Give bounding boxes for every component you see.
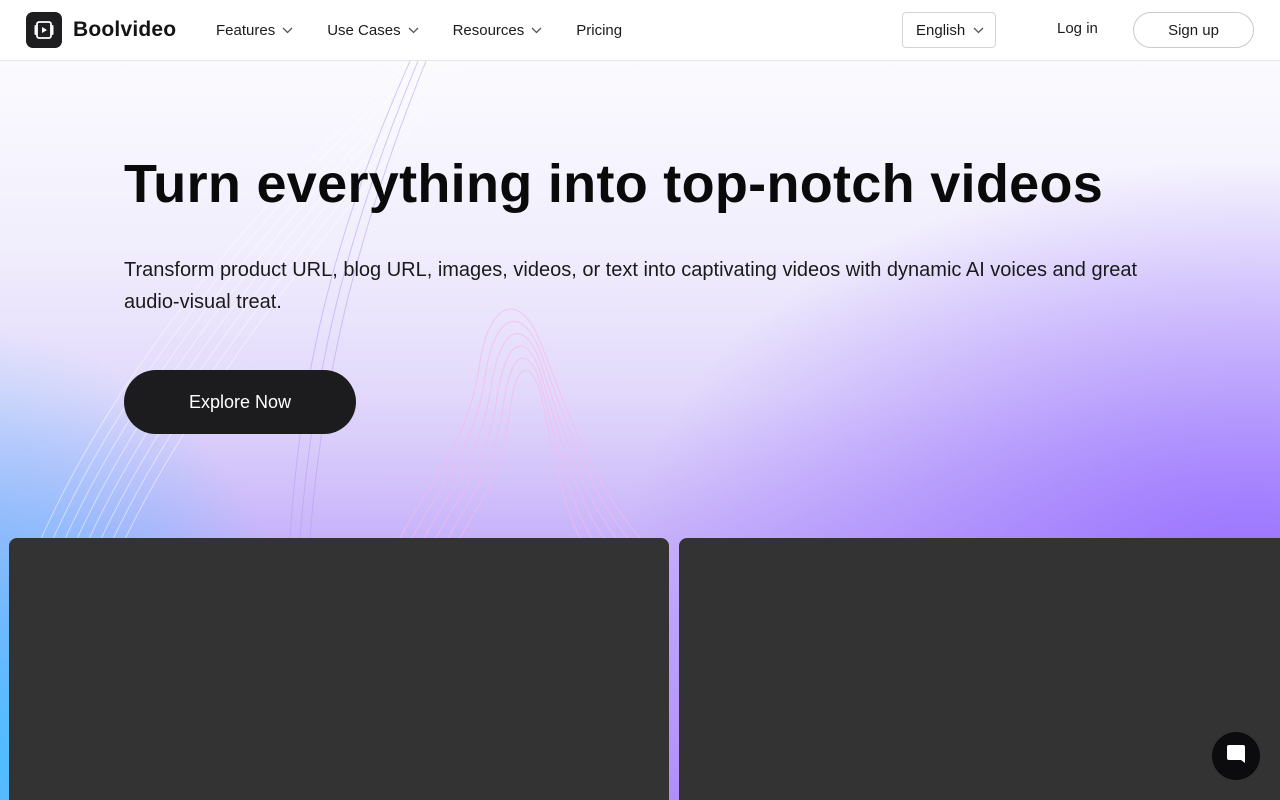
nav-resources[interactable]: Resources bbox=[453, 22, 543, 39]
hero-subtitle: Transform product URL, blog URL, images,… bbox=[124, 259, 1138, 313]
login-link[interactable]: Log in bbox=[1057, 20, 1098, 37]
nav-use-cases[interactable]: Use Cases bbox=[327, 21, 419, 39]
nav-pricing[interactable]: Pricing bbox=[576, 22, 622, 39]
nav-use-cases-label: Use Cases bbox=[327, 21, 401, 39]
brand-logo[interactable]: Boolvideo bbox=[26, 12, 176, 48]
chevron-down-icon bbox=[531, 27, 542, 34]
chevron-down-icon bbox=[282, 27, 293, 34]
signup-button[interactable]: Sign up bbox=[1133, 12, 1254, 48]
hero-title: Turn everything into top-notch videos bbox=[124, 154, 1104, 214]
site-header: Boolvideo Features Use Cases Resources P… bbox=[0, 0, 1280, 61]
chat-widget-button[interactable] bbox=[1212, 732, 1260, 780]
chevron-down-icon bbox=[408, 27, 419, 34]
video-preview-right[interactable] bbox=[679, 538, 1280, 800]
chevron-down-icon bbox=[973, 27, 984, 34]
language-select[interactable]: English bbox=[902, 12, 996, 48]
nav-resources-label: Resources bbox=[452, 21, 525, 39]
hero-section: Turn everything into top-notch videos Tr… bbox=[0, 61, 1280, 800]
nav-features[interactable]: Features bbox=[216, 22, 293, 39]
video-frame-icon bbox=[26, 12, 62, 48]
nav-pricing-label: Pricing bbox=[576, 21, 623, 39]
brand-name: Boolvideo bbox=[73, 18, 177, 41]
explore-now-button[interactable]: Explore Now bbox=[124, 370, 356, 434]
main-nav: Features Use Cases Resources Pricing bbox=[216, 0, 656, 60]
language-value: English bbox=[916, 21, 966, 39]
nav-features-label: Features bbox=[216, 21, 276, 39]
chat-bubble-icon bbox=[1224, 742, 1248, 771]
video-preview-left[interactable] bbox=[9, 538, 669, 800]
